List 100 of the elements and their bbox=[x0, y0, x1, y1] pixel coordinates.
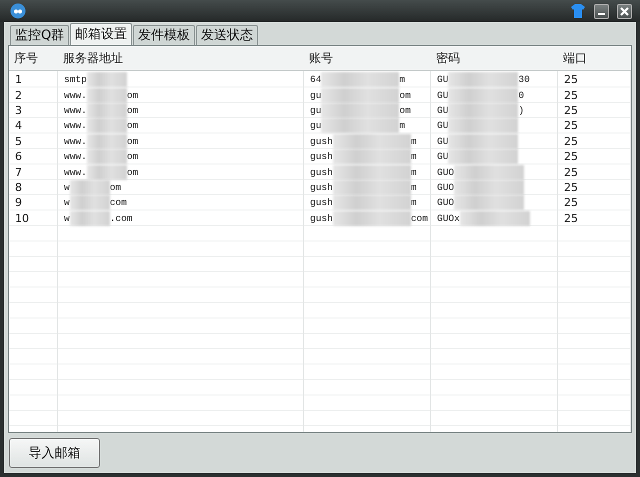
close-icon bbox=[620, 6, 629, 16]
tab[interactable]: 监控Q群 bbox=[10, 25, 70, 45]
blur-patch bbox=[448, 134, 518, 149]
cell-text: www. bbox=[64, 136, 87, 147]
cell-text: 64 bbox=[310, 74, 322, 86]
table-cell: 25 bbox=[564, 104, 578, 117]
cell-text: om bbox=[126, 136, 138, 147]
cell-text: GU bbox=[437, 74, 448, 86]
cell-text: gush bbox=[310, 182, 333, 193]
cell-text: www. bbox=[64, 120, 87, 132]
row-number: 2 bbox=[15, 88, 22, 102]
cell-text: gush bbox=[310, 166, 333, 178]
blur-patch bbox=[454, 164, 524, 180]
cell-text: com bbox=[110, 197, 127, 208]
row-number: 10 bbox=[15, 212, 29, 225]
cell-text: GU bbox=[437, 90, 448, 101]
minimize-button[interactable] bbox=[594, 4, 609, 18]
blur-patch bbox=[86, 88, 127, 103]
cell-text: www. bbox=[64, 90, 87, 101]
cell-text: w bbox=[64, 212, 70, 224]
table-cell: 25 bbox=[564, 73, 578, 86]
cell-text: GU bbox=[437, 120, 448, 132]
blur-patch bbox=[70, 210, 110, 226]
blur-patch bbox=[448, 72, 518, 88]
cell-text: gu bbox=[310, 90, 322, 101]
cell-text: GU bbox=[437, 104, 448, 116]
blur-patch bbox=[448, 118, 518, 134]
row-number: 4 bbox=[15, 119, 22, 132]
cell-text: m bbox=[410, 166, 417, 178]
shirt-icon[interactable] bbox=[570, 3, 586, 19]
cell-text: w bbox=[64, 182, 70, 193]
cell-text: om bbox=[126, 151, 138, 162]
table-cell: 25 bbox=[564, 196, 578, 210]
row-number: 8 bbox=[15, 180, 22, 194]
cell-text: smtp bbox=[64, 74, 87, 86]
close-button[interactable] bbox=[617, 4, 632, 18]
cell-text: GUOx bbox=[437, 212, 460, 224]
row-number: 6 bbox=[15, 150, 22, 164]
tab[interactable]: 发送状态 bbox=[196, 25, 258, 45]
cell-text: GUO bbox=[437, 182, 454, 193]
cell-text: gush bbox=[310, 151, 333, 162]
row-number: 3 bbox=[15, 104, 22, 117]
cell-text: m bbox=[410, 136, 417, 147]
cell-text: gush bbox=[310, 212, 333, 224]
blur-patch bbox=[70, 195, 110, 210]
cell-text: gush bbox=[310, 197, 333, 208]
cell-text: www. bbox=[64, 166, 87, 178]
blur-patch bbox=[70, 180, 110, 195]
cell-text: com bbox=[410, 212, 428, 224]
cell-text: www. bbox=[64, 104, 87, 116]
blur-patch bbox=[86, 118, 127, 134]
row-number: 5 bbox=[15, 134, 22, 148]
cell-text: gush bbox=[310, 136, 333, 147]
column-header: 账号 bbox=[308, 50, 334, 66]
cell-text: 0 bbox=[518, 90, 524, 101]
tab[interactable]: 发件模板 bbox=[133, 25, 196, 45]
cell-text: www. bbox=[64, 151, 87, 162]
cell-text: .com bbox=[110, 212, 133, 224]
table-cell: 25 bbox=[564, 88, 578, 102]
cell-text: m bbox=[410, 182, 417, 193]
table-cell: 25 bbox=[564, 212, 578, 225]
table-cell: 25 bbox=[564, 119, 578, 132]
table-cell: 25 bbox=[564, 150, 578, 164]
cell-text: GU bbox=[437, 151, 448, 162]
row-number: 7 bbox=[15, 166, 22, 179]
app-icon bbox=[10, 3, 26, 19]
cell-text: om bbox=[110, 182, 122, 193]
cell-text: gu bbox=[310, 120, 322, 132]
blur-patch bbox=[86, 102, 127, 118]
table-cell: 25 bbox=[564, 134, 578, 148]
cell-text: m bbox=[399, 74, 406, 86]
cell-text: om bbox=[126, 120, 138, 132]
tab[interactable]: 邮箱设置 bbox=[70, 23, 132, 45]
cell-text: m bbox=[410, 197, 417, 208]
cell-text: m bbox=[399, 120, 406, 132]
cell-text: om bbox=[126, 90, 138, 101]
column-header: 密码 bbox=[435, 50, 461, 66]
blur-patch bbox=[454, 195, 524, 210]
column-header: 服务器地址 bbox=[62, 50, 124, 66]
cell-text: GUO bbox=[437, 197, 454, 208]
column-header: 序号 bbox=[13, 50, 39, 66]
cell-text: m bbox=[410, 151, 417, 162]
row-number: 1 bbox=[15, 73, 22, 86]
blur-patch bbox=[454, 180, 524, 195]
table-cell: 25 bbox=[564, 180, 578, 194]
cell-text: om bbox=[126, 166, 138, 178]
blur-patch bbox=[86, 134, 127, 149]
cell-text: om bbox=[126, 104, 138, 116]
blur-patch bbox=[448, 149, 518, 164]
cell-text: GUO bbox=[437, 166, 454, 178]
cell-text: GU bbox=[437, 136, 448, 147]
cell-text: 30 bbox=[518, 74, 530, 86]
blur-patch bbox=[448, 102, 518, 118]
table-cell: 25 bbox=[564, 166, 578, 179]
blur-patch bbox=[448, 88, 518, 103]
column-header: 端口 bbox=[562, 50, 588, 66]
blur-patch bbox=[86, 149, 127, 164]
cell-text: gu bbox=[310, 104, 322, 116]
import-mailbox-button[interactable]: 导入邮箱 bbox=[9, 438, 100, 468]
blur-patch bbox=[460, 210, 530, 226]
